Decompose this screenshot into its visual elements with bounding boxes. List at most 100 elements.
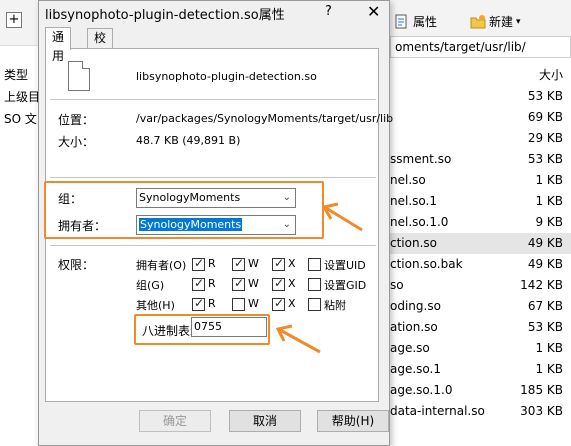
table-row[interactable]: data-internal.so 303 KB [390,401,571,422]
permission-read-label: R [208,257,216,270]
owner-select[interactable]: SynologyMoments ⌄ [136,215,296,235]
new-label: 新建 [489,15,514,29]
file-size-cell: 29 KB [527,131,563,145]
file-name: libsynophoto-plugin-detection.so [136,70,317,83]
file-manager-left: + 类型 上级目 SO 文 [0,0,42,446]
file-name-cell: ction.so.bak [390,257,463,271]
permission-role-label: 其他(H) [136,299,175,312]
table-row[interactable]: age.so 1 KB [390,338,571,359]
group-label: 组： [58,192,83,206]
table-row[interactable]: nel.so.1.0 9 KB [390,212,571,233]
table-row[interactable]: ction.so.bak 49 KB [390,254,571,275]
octal-input[interactable]: 0755 [191,317,267,337]
cancel-button[interactable]: 取消 [229,410,301,432]
permission-write-checkbox[interactable] [232,256,245,271]
file-size-cell: 53 KB [527,152,563,166]
file-size-cell: 9 KB [535,215,563,229]
table-row[interactable]: ction.so 49 KB [390,233,571,254]
expand-plus-icon[interactable]: + [6,12,22,28]
file-name-cell: nel.so [390,173,426,187]
permission-read-label: R [208,277,216,290]
table-row[interactable]: so 142 KB [390,275,571,296]
table-row[interactable]: nel.so.1 1 KB [390,191,571,212]
owner-value: SynologyMoments [139,218,243,231]
list-item[interactable]: 上级目 [4,88,40,105]
permission-special-checkbox[interactable] [308,258,321,271]
table-row[interactable]: age.so.1.0 185 KB [390,380,571,401]
annotation-arrow-icon [275,324,321,354]
table-row[interactable]: 69 KB [390,107,571,128]
file-name-cell: so [390,278,404,292]
table-row[interactable]: age.so.1 1 KB [390,359,571,380]
file-name-cell: nel.so.1 [390,194,437,208]
permission-special-label: 设置UID [324,259,366,272]
permission-read-checkbox[interactable] [192,296,205,311]
file-size-cell: 303 KB [520,404,563,418]
file-name-cell: age.so [390,341,430,355]
permission-write-label: W [248,297,259,310]
file-size-cell: 53 KB [527,89,563,103]
file-size-cell: 53 KB [527,320,563,334]
properties-label: 属性 [413,15,438,29]
chevron-down-icon: ▾ [516,16,521,27]
table-row[interactable]: oding.so 67 KB [390,296,571,317]
chevron-down-icon: ⌄ [282,219,291,230]
file-name-cell: ssment.so [390,152,452,166]
properties-button[interactable]: 属性 [394,13,437,30]
permission-special-checkbox[interactable] [308,278,321,291]
help-button[interactable]: 帮助(H) [317,410,389,432]
list-item[interactable]: SO 文 [4,110,37,127]
file-name-cell: data-internal.so [390,404,485,418]
permission-special-checkbox[interactable] [308,298,321,311]
divider [50,99,376,100]
file-size-cell: 1 KB [535,194,563,208]
divider [50,245,376,246]
file-size-cell: 142 KB [520,278,563,292]
permission-write-label: W [248,257,259,270]
table-row[interactable]: ssment.so 53 KB [390,149,571,170]
tab-general[interactable]: 通用 [45,27,72,63]
permission-execute-label: X [288,277,296,290]
file-size-cell: 1 KB [535,173,563,187]
permission-execute-checkbox[interactable] [272,276,285,291]
chevron-down-icon: ⌄ [282,192,291,203]
permission-execute-label: X [288,257,296,270]
help-icon[interactable]: ? [325,4,332,19]
left-toolbar: + [0,0,42,46]
size-label: 大小： [58,135,95,149]
permissions-label: 权限： [58,258,95,272]
table-row[interactable]: nel.so 1 KB [390,170,571,191]
group-select[interactable]: SynologyMoments ⌄ [136,188,296,208]
table-row[interactable]: ation.so 53 KB [390,317,571,338]
permission-special-label: 设置GID [324,279,367,292]
permission-role-label: 拥有者(O) [136,259,187,272]
location-label: 位置： [58,113,95,127]
permission-execute-label: X [288,297,296,310]
close-icon[interactable]: ✕ [367,2,380,21]
file-size-cell: 69 KB [527,110,563,124]
permission-execute-checkbox[interactable] [272,256,285,271]
column-header-type[interactable]: 类型 [4,66,28,83]
table-row[interactable]: 53 KB [390,86,571,107]
file-size-cell: 49 KB [527,236,563,250]
file-name-cell: age.so.1 [390,362,441,376]
divider [50,177,376,178]
permission-write-label: W [248,277,259,290]
permission-execute-checkbox[interactable] [272,296,285,311]
permission-read-checkbox[interactable] [192,276,205,291]
file-manager-right: 属性 新建 ▾ oments/target/usr/lib/ 大小 53 KB 6… [390,0,571,446]
permission-write-checkbox[interactable] [232,276,245,291]
column-header-size[interactable]: 大小 [539,66,563,83]
address-bar[interactable]: oments/target/usr/lib/ [390,36,571,58]
permission-write-checkbox[interactable] [232,298,245,311]
ok-button[interactable]: 确定 [139,410,211,432]
new-button[interactable]: 新建 ▾ [470,13,521,30]
permission-read-label: R [208,297,216,310]
tab-checksum[interactable]: 校验码 [87,28,114,83]
permission-read-checkbox[interactable] [192,256,205,271]
permission-role-label: 组(G) [136,279,165,292]
file-name-cell: age.so.1.0 [390,383,453,397]
table-row[interactable]: 29 KB [390,128,571,149]
file-size-cell: 1 KB [535,362,563,376]
dialog-title: libsynophoto-plugin-detection.so属性 [45,8,285,23]
